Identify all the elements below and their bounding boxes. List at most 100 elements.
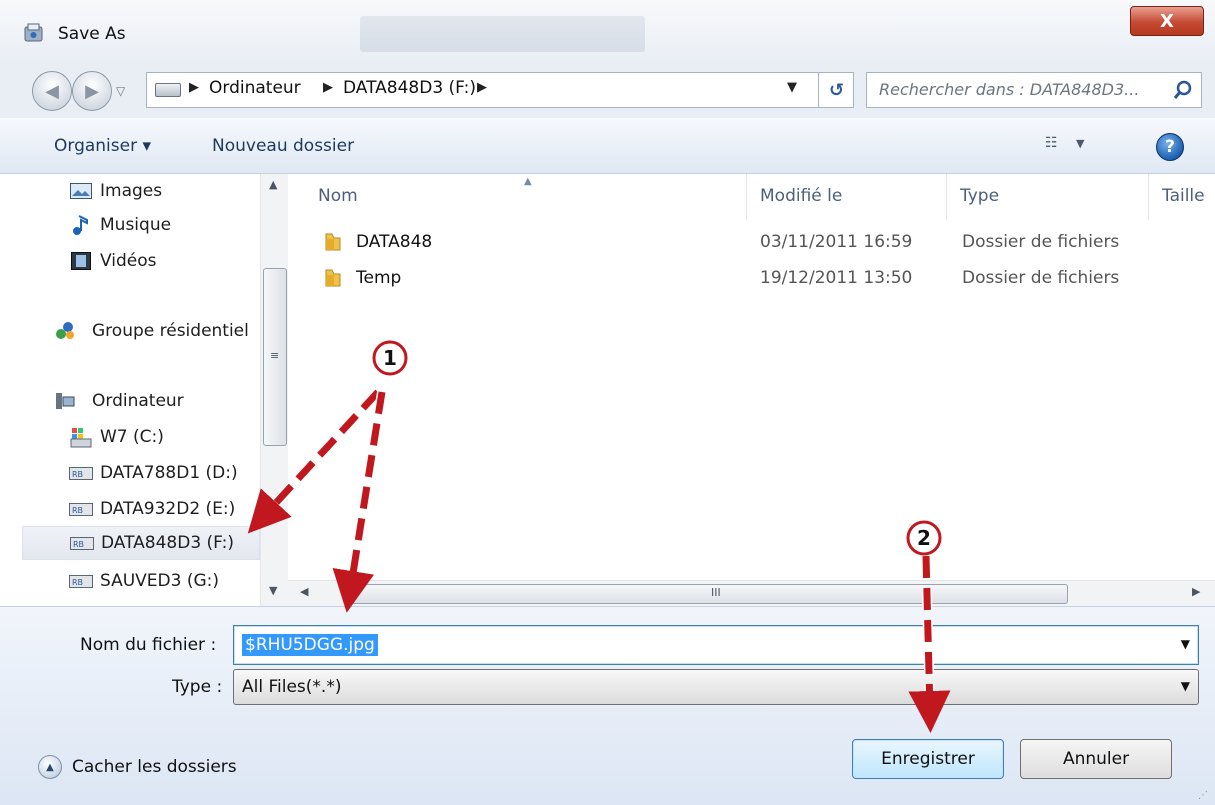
column-divider[interactable] <box>1148 174 1149 220</box>
sidebar-item-label: Ordinateur <box>92 391 184 411</box>
navigation-pane: Images Musique Vidéos Groupe résidentiel… <box>22 174 288 606</box>
arrow-right-icon: ▶ <box>85 80 99 102</box>
column-divider[interactable] <box>946 174 947 220</box>
chevron-down-icon[interactable]: ▼ <box>787 80 797 95</box>
file-type-value: All Files(*.*) <box>242 677 342 697</box>
sidebar-item-drive-c[interactable]: W7 (C:) <box>22 420 260 454</box>
resize-grip-icon[interactable]: ⋰ <box>1198 790 1209 801</box>
column-header-type[interactable]: Type <box>960 186 999 206</box>
new-folder-button[interactable]: Nouveau dossier <box>212 136 354 156</box>
file-type: Dossier de fichiers <box>962 232 1120 252</box>
column-header-size[interactable]: Taille <box>1162 186 1205 206</box>
close-button[interactable]: X <box>1130 6 1204 36</box>
sidebar-item-label: DATA788D1 (D:) <box>100 463 238 483</box>
recent-locations-dropdown-icon[interactable]: ▽ <box>116 84 125 98</box>
refresh-icon: ↺ <box>828 79 845 101</box>
grip-icon: III <box>711 586 721 599</box>
breadcrumb-computer[interactable]: Ordinateur <box>209 78 301 98</box>
scroll-left-icon[interactable]: ◀ <box>300 585 308 598</box>
forward-button[interactable]: ▶ <box>72 71 112 111</box>
help-button[interactable]: ? <box>1156 133 1184 161</box>
details-view-icon: ☷ <box>1045 135 1058 151</box>
search-placeholder: Rechercher dans : DATA848D3... <box>879 80 1140 99</box>
hide-folders-toggle[interactable]: ▲ Cacher les dossiers <box>38 755 237 779</box>
file-name: DATA848 <box>356 232 433 252</box>
breadcrumb[interactable]: ▶ Ordinateur ▶ DATA848D3 (F:) ▶ ▼ <box>146 72 854 108</box>
table-row[interactable]: DATA848 03/11/2011 16:59 Dossier de fich… <box>318 226 1198 258</box>
scroll-up-icon[interactable]: ▲ <box>269 178 277 191</box>
sidebar-item-label: DATA848D3 (F:) <box>101 533 235 553</box>
back-button[interactable]: ◀ <box>32 71 72 111</box>
sidebar-item-music[interactable]: Musique <box>22 208 260 242</box>
sidebar-item-drive-d[interactable]: RB DATA788D1 (D:) <box>22 456 260 490</box>
sidebar-item-drive-f[interactable]: RB DATA848D3 (F:) <box>22 526 260 560</box>
sort-ascending-icon: ▲ <box>524 176 532 187</box>
file-type-select[interactable]: All Files(*.*) ▼ <box>233 669 1199 705</box>
file-list-horizontal-scrollbar[interactable]: ◀ III ▶ <box>288 580 1215 606</box>
scrollbar-thumb[interactable]: ≡ <box>263 268 287 446</box>
cancel-button[interactable]: Annuler <box>1020 739 1172 779</box>
folder-icon <box>325 233 341 251</box>
type-label: Type : <box>172 677 223 697</box>
breadcrumb-separator-icon[interactable]: ▶ <box>477 80 487 95</box>
filename-value[interactable]: $RHU5DGG.jpg <box>242 634 378 656</box>
save-dialog-icon <box>24 23 43 42</box>
column-divider[interactable] <box>746 174 747 220</box>
breadcrumb-separator-icon[interactable]: ▶ <box>189 80 199 95</box>
table-row[interactable]: Temp 19/12/2011 13:50 Dossier de fichier… <box>318 262 1198 294</box>
scrollbar-thumb[interactable]: III <box>350 584 1068 604</box>
filename-field[interactable]: $RHU5DGG.jpg ▼ <box>233 625 1199 665</box>
drive-icon: RB <box>68 570 94 592</box>
organise-menu[interactable]: Organiser ▾ <box>54 136 151 156</box>
breadcrumb-drive[interactable]: DATA848D3 (F:) <box>343 78 476 98</box>
images-icon <box>68 180 94 202</box>
sidebar-item-label: Images <box>100 181 163 201</box>
svg-text:RB: RB <box>72 506 83 515</box>
computer-icon <box>52 390 78 412</box>
change-view-button[interactable]: ☷ ▼ <box>1045 135 1105 159</box>
command-bar: Organiser ▾ Nouveau dossier ☷ ▼ ? <box>0 118 1215 174</box>
save-button[interactable]: Enregistrer <box>852 739 1004 779</box>
drive-icon <box>155 83 181 97</box>
file-list: ▲ Nom Modifié le Type Taille DATA848 03/… <box>288 174 1215 606</box>
homegroup-icon <box>52 320 78 342</box>
music-icon <box>68 214 94 236</box>
column-header-modified[interactable]: Modifié le <box>760 186 842 206</box>
file-name: Temp <box>356 268 402 288</box>
column-header-name[interactable]: Nom <box>318 186 358 206</box>
sidebar-item-drive-e[interactable]: RB DATA932D2 (E:) <box>22 492 260 526</box>
sidebar-item-label: W7 (C:) <box>100 427 164 447</box>
scroll-right-icon[interactable]: ▶ <box>1192 585 1200 598</box>
sidebar-item-images[interactable]: Images <box>22 174 260 208</box>
grip-icon: ≡ <box>270 349 280 362</box>
sidebar-item-label: Musique <box>100 215 172 235</box>
svg-text:RB: RB <box>73 540 84 549</box>
chevron-down-icon[interactable]: ▼ <box>1181 637 1190 651</box>
sidebar-item-homegroup[interactable]: Groupe résidentiel <box>22 314 260 348</box>
save-form: Nom du fichier : $RHU5DGG.jpg ▼ Type : A… <box>0 606 1215 805</box>
drive-icon: RB <box>68 498 94 520</box>
file-modified: 03/11/2011 16:59 <box>760 232 913 252</box>
sidebar-item-videos[interactable]: Vidéos <box>22 244 260 278</box>
file-modified: 19/12/2011 13:50 <box>760 268 913 288</box>
sidebar-item-label: Vidéos <box>100 251 157 271</box>
window-title: Save As <box>58 24 126 44</box>
filename-label: Nom du fichier : <box>80 635 217 655</box>
sidebar-item-computer[interactable]: Ordinateur <box>22 384 260 418</box>
drive-icon: RB <box>69 532 95 554</box>
chevron-down-icon[interactable]: ▼ <box>1181 679 1190 693</box>
breadcrumb-separator-icon[interactable]: ▶ <box>323 80 333 95</box>
navigation-scrollbar[interactable]: ▲ ≡ ▼ <box>260 174 288 606</box>
hide-folders-label: Cacher les dossiers <box>72 757 237 777</box>
sidebar-item-label: SAUVED3 (G:) <box>100 571 220 591</box>
search-input[interactable]: Rechercher dans : DATA848D3... <box>866 72 1202 108</box>
sidebar-item-drive-g[interactable]: RB SAUVED3 (G:) <box>22 564 260 598</box>
search-icon[interactable] <box>1173 80 1193 100</box>
drive-icon: RB <box>68 462 94 484</box>
background-window-title <box>360 16 645 52</box>
scroll-down-icon[interactable]: ▼ <box>269 584 277 597</box>
folder-icon <box>325 269 341 287</box>
collapse-icon: ▲ <box>38 755 62 779</box>
refresh-button[interactable]: ↺ <box>818 72 854 108</box>
chevron-down-icon: ▼ <box>1076 137 1085 150</box>
